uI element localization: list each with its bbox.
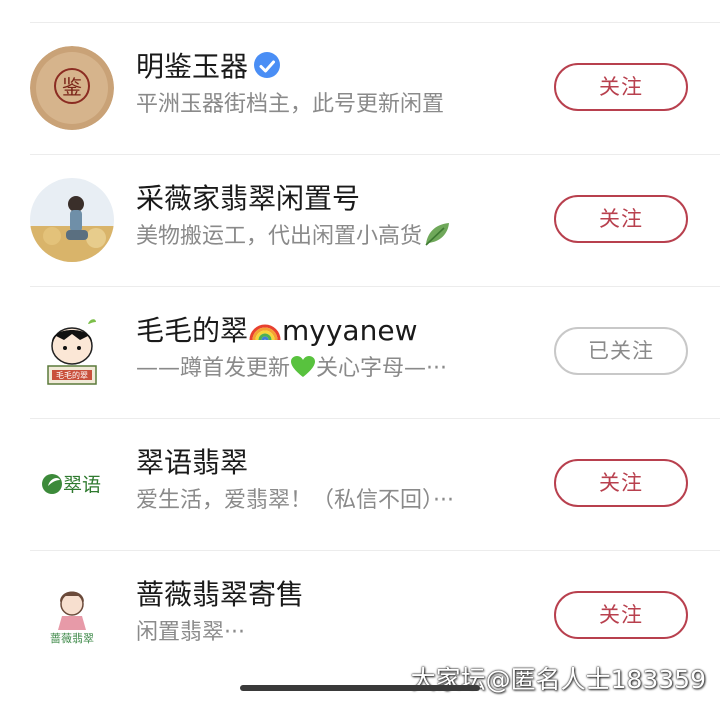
account-description: 平洲玉器街档主，此号更新闲置 xyxy=(136,92,445,117)
account-name[interactable]: 蔷薇翡翠寄售 xyxy=(136,577,304,613)
leaf-icon xyxy=(422,220,452,248)
svg-text:鉴: 鉴 xyxy=(62,75,82,99)
green-heart-icon xyxy=(290,355,316,379)
account-name[interactable]: 翠语翡翠 xyxy=(136,445,248,481)
follow-button[interactable]: 关注 xyxy=(554,591,688,639)
follow-button[interactable]: 关注 xyxy=(554,195,688,243)
svg-text:毛毛的翠: 毛毛的翠 xyxy=(56,370,88,380)
account-description: 闲置翡翠··· xyxy=(136,620,245,645)
list-item[interactable]: 采薇家翡翠闲置号 美物搬运工，代出闲置小高货 关注 xyxy=(0,155,720,287)
avatar[interactable]: 蔷薇翡翠 xyxy=(30,574,114,658)
account-list: 鉴 明鉴玉器 平洲玉器街档主，此号更新闲置 关注 采薇家翡翠闲置号 美物搬运工，… xyxy=(0,23,720,683)
account-name[interactable]: 毛毛的翠 myyanew xyxy=(136,313,417,349)
svg-text:翠语: 翠语 xyxy=(63,474,101,496)
account-name[interactable]: 明鉴玉器 xyxy=(136,49,281,85)
account-description: ——蹲首发更新 关心字母—··· xyxy=(136,355,447,381)
account-description: 爱生活，爱翡翠！（私信不回）··· xyxy=(136,488,454,513)
avatar[interactable]: 翠语 xyxy=(30,442,114,526)
avatar[interactable] xyxy=(30,178,114,262)
list-item[interactable]: 鉴 明鉴玉器 平洲玉器街档主，此号更新闲置 关注 xyxy=(0,23,720,155)
avatar[interactable]: 毛毛的翠 xyxy=(30,310,114,394)
follow-button[interactable]: 关注 xyxy=(554,459,688,507)
account-name[interactable]: 采薇家翡翠闲置号 xyxy=(136,181,360,217)
avatar[interactable]: 鉴 xyxy=(30,46,114,130)
following-button[interactable]: 已关注 xyxy=(554,327,688,375)
follow-button[interactable]: 关注 xyxy=(554,63,688,111)
list-item[interactable]: 毛毛的翠 毛毛的翠 myyanew ——蹲首发更新 关心字母—··· 已关注 xyxy=(0,287,720,419)
rainbow-icon xyxy=(248,314,282,344)
account-description: 美物搬运工，代出闲置小高货 xyxy=(136,221,452,253)
verified-badge-icon xyxy=(254,52,281,78)
home-indicator[interactable] xyxy=(240,685,480,691)
svg-text:蔷薇翡翠: 蔷薇翡翠 xyxy=(50,632,94,645)
list-item[interactable]: 翠语 翠语翡翠 爱生活，爱翡翠！（私信不回）··· 关注 xyxy=(0,419,720,551)
